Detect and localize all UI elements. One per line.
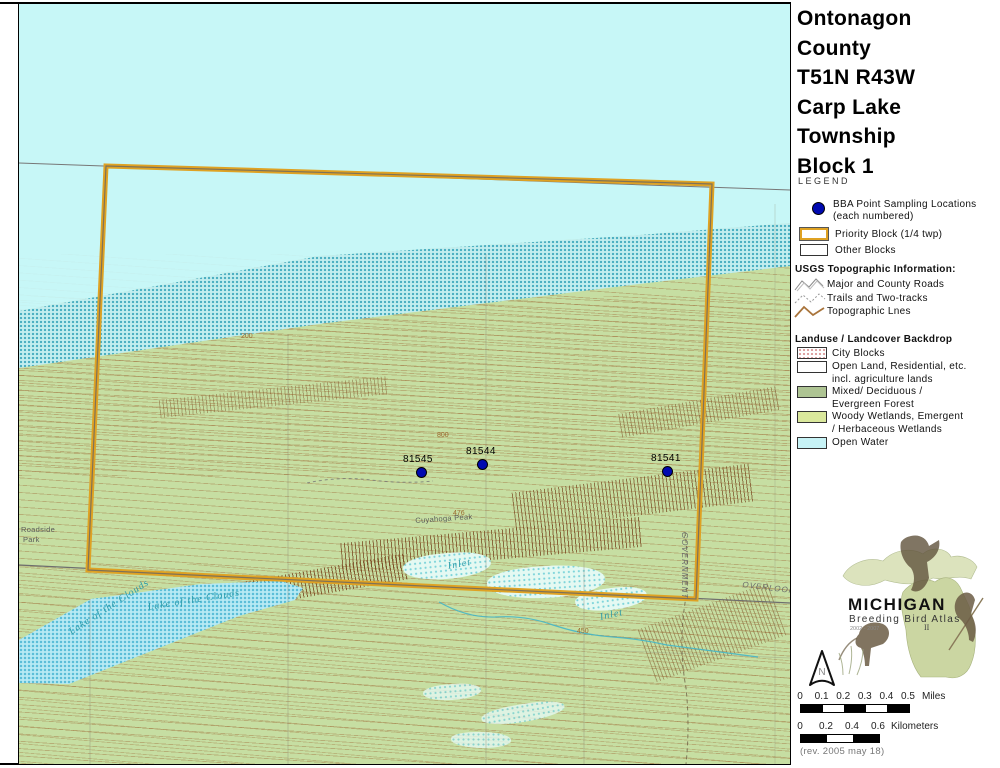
legend-wetland-label: Woody Wetlands, Emergent [832,411,963,422]
title-line: County [797,34,915,64]
legend-wetland-label2: / Herbaceous Wetlands [832,424,942,435]
miles-bar [800,704,910,713]
page-title: Ontonagon County T51N R43W Carp Lake Tow… [797,4,915,181]
north-label: N [818,667,825,678]
bba-point-marker [477,459,488,470]
title-line: Carp Lake [797,93,915,123]
roads-icon [794,277,826,292]
legend-panel: Ontonagon County T51N R43W Carp Lake Tow… [791,0,1000,768]
map-text-label: OVERLOOK [742,580,791,595]
km-tick: 0 [797,721,803,732]
bba-point-marker [662,466,673,477]
title-line: T51N R43W [797,63,915,93]
map-text-label: GOVERNMENT [680,532,689,599]
map-text-label: 476 [453,510,465,517]
km-tick: 0.2 [819,721,833,732]
quail-tail [839,638,857,660]
bba-point-icon [812,202,825,215]
map-text-label: Inlet [447,557,472,572]
km-tick: 0.6 [871,721,885,732]
legend-openland-label2: incl. agriculture lands [832,374,933,385]
miles-tick: 0.5 [901,691,915,702]
legend-roads-label: Major and County Roads [827,279,944,290]
forest-swatch [797,386,827,398]
bba-point-label: 81544 [466,446,496,457]
revision-note: (rev. 2005 may 18) [800,746,884,757]
wetland-swatch [797,411,827,423]
bba-point-label: 81541 [651,453,681,464]
logo-subtitle: Breeding Bird Atlas [849,614,961,625]
miles-tick: 0.4 [879,691,893,702]
logo-numeral: II [924,623,930,632]
legend-trails-label: Trails and Two-tracks [827,293,928,304]
map-text-label: Lake of the Clouds [67,577,151,637]
bba-map-page: 81545 81544 81541 Lake of the CloudsLake of… [0,0,1000,768]
map-text-label: 800 [437,432,449,439]
landuse-heading: Landuse / Landcover Backdrop [795,334,952,345]
legend-other-label: Other Blocks [835,245,896,256]
miles-unit: Miles [922,691,945,702]
bba-point-marker [416,467,427,478]
map-text-label: 450 [577,628,589,635]
km-unit: Kilometers [891,721,938,732]
grass-strokes [839,646,863,675]
legend-bba-label: BBA Point Sampling Locations [833,199,976,210]
map-canvas: 81545 81544 81541 Lake of the CloudsLake of… [18,3,791,765]
map-text-label: Lake of the Clouds [147,587,241,612]
open-water-swatch [797,437,827,449]
legend-topo-label: Topographic Lnes [827,306,911,317]
map-text-label: Inlet [599,607,624,623]
miles-tick: 0.1 [815,691,829,702]
map-text-label: 200 [241,333,253,340]
legend-forest-label: Mixed/ Deciduous / [832,386,922,397]
legend-openland-label: Open Land, Residential, etc. [832,361,967,372]
km-tick: 0.4 [845,721,859,732]
other-blocks-swatch [800,244,828,256]
map-annotations: 81545 81544 81541 Lake of the CloudsLake of… [19,4,790,764]
miles-tick: 0 [797,691,803,702]
title-line: Ontonagon [797,4,915,34]
legend-forest-label2: Evergreen Forest [832,399,914,410]
open-land-swatch [797,361,827,373]
title-line: Township [797,122,915,152]
legend-bba-label2: (each numbered) [833,211,914,222]
bba-point-label: 81545 [403,454,433,465]
legend-heading: LEGEND [798,176,850,186]
miles-tick: 0.3 [858,691,872,702]
usgs-heading: USGS Topographic Information: [795,264,956,275]
legend-water-label: Open Water [832,437,889,448]
legend-priority-label: Priority Block (1/4 twp) [835,229,942,240]
map-text-label: Roadside [21,525,55,534]
legend-city-label: City Blocks [832,348,885,359]
priority-block-swatch [800,228,828,240]
logo-years: 2002 - 2007 [850,626,879,632]
km-bar [800,734,880,743]
city-blocks-swatch [797,347,827,359]
north-arrow-icon: N [807,648,837,688]
topo-icon [794,304,826,319]
logo-title: MICHIGAN [848,595,946,614]
miles-tick: 0.2 [836,691,850,702]
map-text-label: Park [23,535,40,544]
